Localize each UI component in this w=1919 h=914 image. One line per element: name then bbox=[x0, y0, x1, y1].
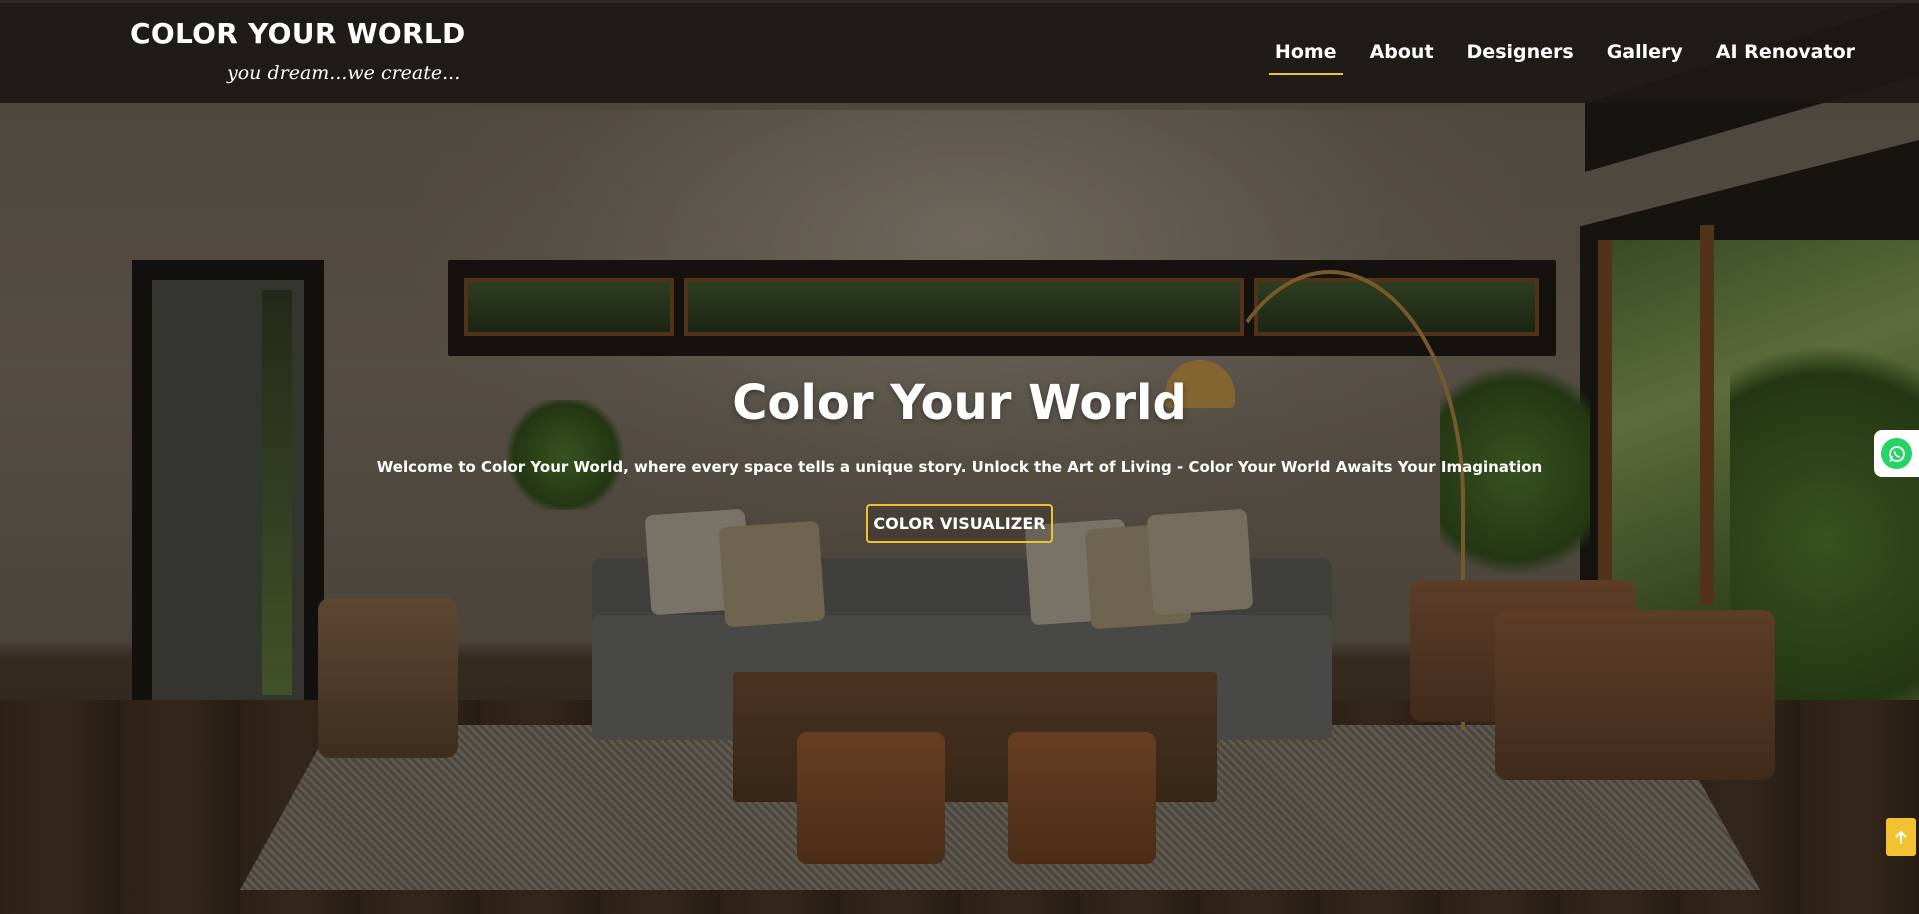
brand-title: COLOR YOUR WORLD bbox=[130, 17, 466, 50]
whatsapp-icon bbox=[1881, 438, 1912, 469]
nav-item-designers[interactable]: Designers bbox=[1467, 41, 1574, 75]
color-visualizer-button[interactable]: COLOR VISUALIZER bbox=[866, 504, 1053, 543]
brand-logo[interactable]: COLOR YOUR WORLD you dream...we create..… bbox=[130, 17, 466, 84]
brand-tagline: you dream...we create... bbox=[227, 62, 461, 84]
nav-item-home[interactable]: Home bbox=[1268, 41, 1343, 75]
scroll-to-top-button[interactable] bbox=[1886, 818, 1916, 856]
site-header: COLOR YOUR WORLD you dream...we create..… bbox=[0, 0, 1919, 103]
nav-item-ai-renovator[interactable]: AI Renovator bbox=[1716, 41, 1855, 75]
hero-title: Color Your World bbox=[732, 375, 1187, 431]
nav-item-about[interactable]: About bbox=[1370, 41, 1434, 75]
arrow-up-icon bbox=[1895, 831, 1907, 844]
main-nav: Home About Designers Gallery AI Renovato… bbox=[1242, 41, 1855, 75]
whatsapp-button[interactable] bbox=[1874, 430, 1919, 477]
hero-overlay bbox=[0, 0, 1919, 914]
hero-subtitle: Welcome to Color Your World, where every… bbox=[376, 458, 1543, 476]
nav-item-gallery[interactable]: Gallery bbox=[1607, 41, 1683, 75]
